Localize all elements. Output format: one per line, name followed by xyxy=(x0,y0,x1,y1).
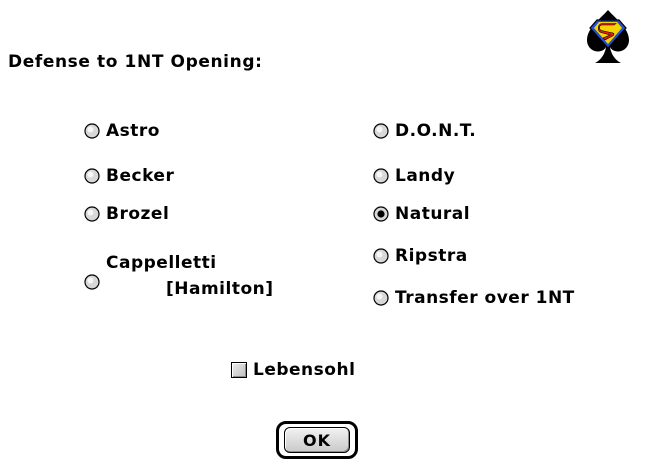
radio-option-becker[interactable]: Becker xyxy=(84,164,174,188)
ok-button-default-ring: OK xyxy=(276,421,358,459)
radio-button-icon[interactable] xyxy=(373,290,389,306)
dialog-title: Defense to 1NT Opening: xyxy=(8,52,263,72)
radio-label: Astro xyxy=(106,121,160,141)
radio-option-cappelletti[interactable]: Cappelletti [Hamilton] xyxy=(84,250,274,310)
radio-button-icon[interactable] xyxy=(373,168,389,184)
superman-spade-icon xyxy=(587,10,629,63)
radio-label: Landy xyxy=(395,166,456,186)
radio-label-line1: Cappelletti xyxy=(106,253,217,273)
radio-button-icon[interactable] xyxy=(84,168,100,184)
radio-button-icon[interactable] xyxy=(84,123,100,139)
radio-option-landy[interactable]: Landy xyxy=(373,164,455,188)
radio-option-natural[interactable]: Natural xyxy=(373,202,470,226)
radio-button-icon[interactable] xyxy=(373,123,389,139)
radio-button-selected-icon[interactable] xyxy=(373,206,389,222)
radio-option-dont[interactable]: D.O.N.T. xyxy=(373,119,476,143)
checkbox-label: Lebensohl xyxy=(253,360,356,380)
radio-label: Becker xyxy=(106,166,175,186)
defense-dialog: Defense to 1NT Opening: Astro Becker Bro… xyxy=(0,0,647,466)
radio-button-icon[interactable] xyxy=(373,248,389,264)
ok-button[interactable]: OK xyxy=(284,427,350,453)
radio-label-line2: [Hamilton] xyxy=(166,279,274,299)
radio-button-icon[interactable] xyxy=(84,274,100,290)
radio-label: Ripstra xyxy=(395,246,468,266)
radio-button-icon[interactable] xyxy=(84,206,100,222)
radio-option-ripstra[interactable]: Ripstra xyxy=(373,244,468,268)
lebensohl-checkbox[interactable] xyxy=(231,362,247,378)
radio-label: Brozel xyxy=(106,204,170,224)
radio-label: Transfer over 1NT xyxy=(395,288,575,308)
radio-option-brozel[interactable]: Brozel xyxy=(84,202,169,226)
lebensohl-checkbox-row[interactable]: Lebensohl xyxy=(231,360,355,380)
radio-option-transfer-over-1nt[interactable]: Transfer over 1NT xyxy=(373,286,575,310)
radio-label: Natural xyxy=(395,204,471,224)
radio-label: D.O.N.T. xyxy=(395,121,477,141)
radio-option-astro[interactable]: Astro xyxy=(84,119,160,143)
